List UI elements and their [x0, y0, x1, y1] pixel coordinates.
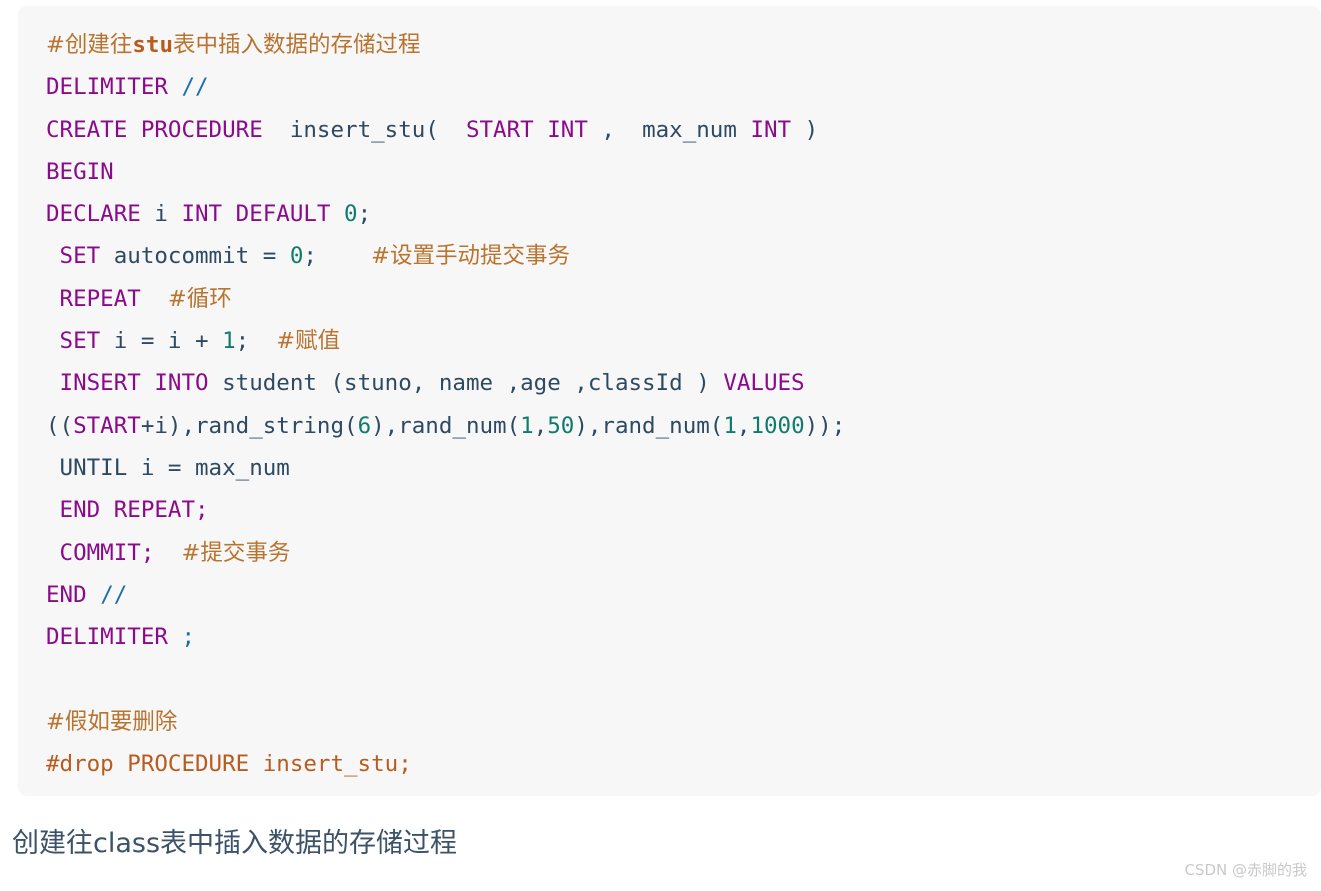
code-line: CREATE PROCEDURE insert_stu( START INT ,… — [46, 116, 819, 143]
code-line: DELIMITER // — [46, 74, 209, 101]
code-line: BEGIN — [46, 158, 114, 185]
code-line: SET autocommit = 0; #设置手动提交事务 — [59, 243, 570, 270]
csdn-watermark: CSDN @赤脚的我 — [1184, 861, 1307, 879]
code-line: DECLARE i INT DEFAULT 0; — [46, 201, 372, 228]
code-line: REPEAT #循环 — [59, 285, 232, 312]
code-line: #创建往stu表中插入数据的存储过程 — [46, 32, 421, 58]
code-line: #假如要删除 — [46, 708, 178, 735]
code-line: ((START+i),rand_string(6),rand_num(1,50)… — [46, 412, 846, 439]
code-line: DELIMITER ; — [46, 624, 196, 651]
code-content[interactable]: #创建往stu表中插入数据的存储过程 DELIMITER // CREATE PRO… — [46, 24, 1321, 785]
code-line: SET i = i + 1; #赋值 — [59, 328, 341, 355]
section-heading: 创建往class表中插入数据的存储过程 — [12, 828, 458, 859]
code-line: END REPEAT; — [59, 497, 209, 524]
code-line: COMMIT; #提交事务 — [59, 539, 291, 566]
code-line: #drop PROCEDURE insert_stu; — [46, 751, 412, 778]
code-block[interactable]: #创建往stu表中插入数据的存储过程 DELIMITER // CREATE PRO… — [18, 6, 1321, 796]
page-root: #创建往stu表中插入数据的存储过程 DELIMITER // CREATE PRO… — [0, 0, 1321, 891]
code-line: INSERT INTO student (stuno, name ,age ,c… — [59, 370, 805, 397]
code-block-scroll-area[interactable]: #创建往stu表中插入数据的存储过程 DELIMITER // CREATE PRO… — [18, 6, 1321, 796]
code-line: END // — [46, 581, 128, 608]
code-line: UNTIL i = max_num — [59, 454, 290, 481]
